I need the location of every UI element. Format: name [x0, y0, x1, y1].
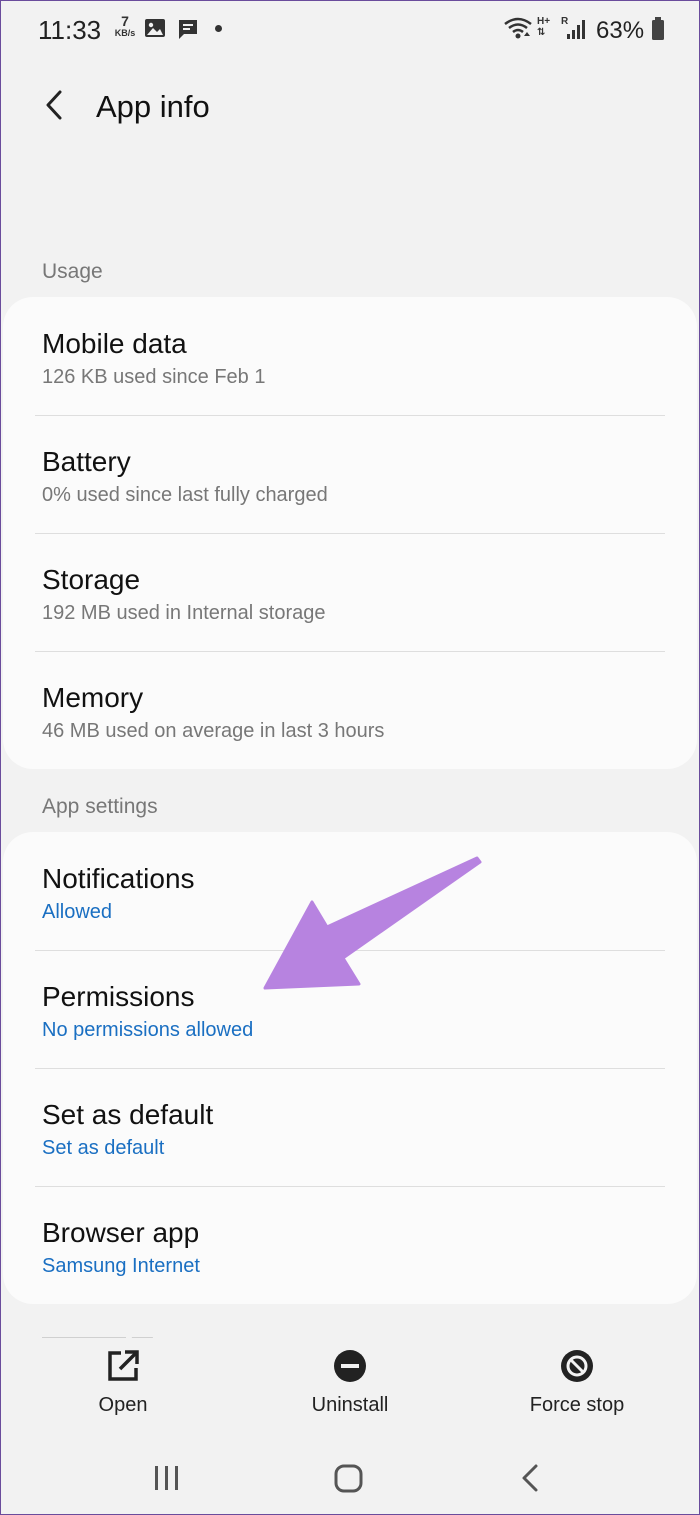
- list-item-subtitle: Samsung Internet: [42, 1255, 200, 1277]
- open-button[interactable]: Open: [33, 1338, 213, 1428]
- back-arrow-icon[interactable]: [38, 87, 74, 123]
- list-item-set-as-default[interactable]: Set as default Set as default: [3, 1068, 697, 1186]
- section-label-app-settings: App settings: [42, 795, 158, 818]
- list-item-storage[interactable]: Storage 192 MB used in Internal storage: [3, 533, 697, 651]
- gallery-notification-icon: [144, 18, 166, 43]
- list-item-memory[interactable]: Memory 46 MB used on average in last 3 h…: [3, 651, 697, 769]
- usage-card: Mobile data 126 KB used since Feb 1 Batt…: [3, 297, 697, 769]
- nav-back-icon[interactable]: [500, 1458, 560, 1498]
- recents-icon[interactable]: [137, 1458, 197, 1498]
- wifi-icon: [503, 16, 533, 45]
- block-circle-icon: [561, 1350, 593, 1382]
- list-item-title: Battery: [42, 446, 131, 477]
- list-item-subtitle: No permissions allowed: [42, 1019, 254, 1041]
- bottom-action-bar: Open Uninstall Force stop: [0, 1338, 700, 1428]
- list-item-title: Mobile data: [42, 328, 187, 359]
- list-item-subtitle: Allowed: [42, 901, 113, 923]
- network-type-label: H+ ⇅: [537, 16, 551, 38]
- message-notification-icon: [177, 18, 199, 45]
- section-label-usage: Usage: [42, 260, 103, 283]
- annotation-arrow-icon: [255, 850, 490, 1000]
- list-item-subtitle: 46 MB used on average in last 3 hours: [42, 720, 385, 742]
- network-speed-unit: KB/s: [114, 28, 136, 38]
- page-title: App info: [96, 89, 210, 124]
- list-item-title: Permissions: [42, 981, 195, 1012]
- network-speed-indicator: 7 KB/s: [110, 14, 140, 38]
- uninstall-button[interactable]: Uninstall: [260, 1338, 440, 1428]
- uninstall-label: Uninstall: [311, 1394, 389, 1416]
- more-notifications-dot: [215, 25, 222, 32]
- battery-icon: [651, 17, 665, 46]
- system-nav-bar: [0, 1440, 700, 1515]
- signal-icon: [566, 18, 586, 45]
- minus-circle-icon: [334, 1350, 366, 1382]
- status-bar: 11:33 7 KB/s H+ ⇅ R 63%: [0, 0, 700, 60]
- network-type-text: H+: [537, 16, 551, 27]
- app-bar: App info: [0, 75, 700, 135]
- section-label-peek: ▬▬▬▬ ▬: [42, 1326, 153, 1338]
- list-item-subtitle: 192 MB used in Internal storage: [42, 602, 326, 624]
- list-item-subtitle: 126 KB used since Feb 1: [42, 366, 266, 388]
- list-item-browser-app[interactable]: Browser app Samsung Internet: [3, 1186, 697, 1304]
- list-item-title: Set as default: [42, 1099, 214, 1130]
- open-external-icon: [108, 1350, 139, 1381]
- list-item-title: Memory: [42, 682, 144, 713]
- battery-percent: 63%: [596, 17, 645, 44]
- list-item-title: Notifications: [42, 863, 195, 894]
- list-item-title: Browser app: [42, 1217, 200, 1248]
- force-stop-label: Force stop: [529, 1394, 625, 1416]
- list-item-title: Storage: [42, 564, 141, 595]
- list-item-subtitle: Set as default: [42, 1137, 165, 1159]
- network-speed-value: 7: [121, 13, 129, 29]
- force-stop-button[interactable]: Force stop: [487, 1338, 667, 1428]
- status-time: 11:33: [38, 15, 102, 45]
- home-icon[interactable]: [318, 1458, 378, 1498]
- list-item-subtitle: 0% used since last fully charged: [42, 484, 328, 506]
- open-label: Open: [98, 1394, 148, 1416]
- list-item-battery[interactable]: Battery 0% used since last fully charged: [3, 415, 697, 533]
- list-item-mobile-data[interactable]: Mobile data 126 KB used since Feb 1: [3, 297, 697, 415]
